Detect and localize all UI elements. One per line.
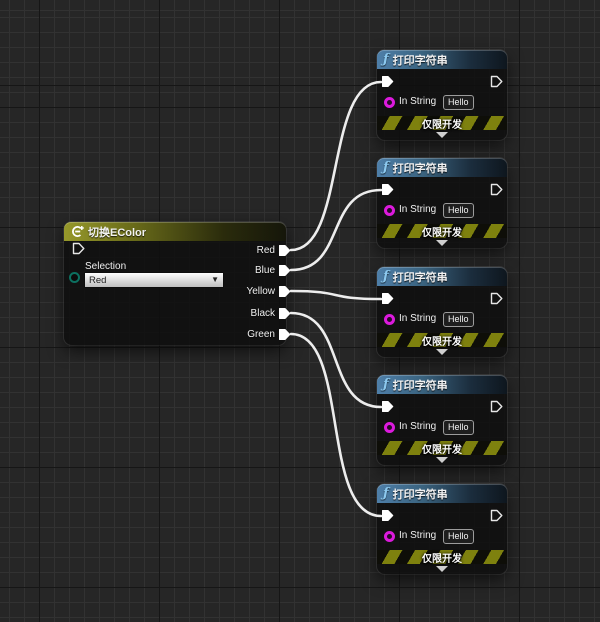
output-pin-label: Red bbox=[257, 245, 275, 256]
switch-icon bbox=[70, 225, 84, 238]
exec-out-pin[interactable] bbox=[490, 75, 503, 88]
exec-in-pin[interactable] bbox=[381, 75, 394, 88]
development-only-banner: 仅限开发 bbox=[377, 441, 507, 455]
print-string-node-5[interactable]: ƒ 打印字符串 In String Hello 仅限开发 bbox=[377, 484, 507, 574]
development-only-label: 仅限开发 bbox=[422, 333, 462, 348]
print-node-header[interactable]: ƒ 打印字符串 bbox=[377, 375, 507, 394]
in-string-value-field[interactable]: Hello bbox=[443, 420, 474, 435]
function-icon: ƒ bbox=[383, 161, 389, 174]
development-only-label: 仅限开发 bbox=[422, 116, 462, 131]
in-string-value-field[interactable]: Hello bbox=[443, 203, 474, 218]
in-string-pin[interactable] bbox=[384, 97, 395, 108]
output-pin-row-yellow[interactable]: Yellow bbox=[246, 283, 291, 299]
print-node-header[interactable]: ƒ 打印字符串 bbox=[377, 267, 507, 286]
in-string-pin[interactable] bbox=[384, 205, 395, 216]
exec-in-pin[interactable] bbox=[381, 292, 394, 305]
advanced-expander-icon[interactable] bbox=[436, 566, 448, 572]
exec-in-pin[interactable] bbox=[381, 183, 394, 196]
exec-out-pin[interactable] bbox=[490, 183, 503, 196]
print-node-header[interactable]: ƒ 打印字符串 bbox=[377, 484, 507, 503]
advanced-expander-icon[interactable] bbox=[436, 457, 448, 463]
development-only-label: 仅限开发 bbox=[422, 441, 462, 456]
function-icon: ƒ bbox=[383, 53, 389, 66]
exec-out-pin[interactable] bbox=[490, 292, 503, 305]
output-pin-label: Black bbox=[251, 308, 275, 319]
in-string-pin[interactable] bbox=[384, 314, 395, 325]
switch-node-title: 切换EColor bbox=[88, 224, 146, 240]
print-node-title: 打印字符串 bbox=[393, 377, 448, 393]
print-string-node-4[interactable]: ƒ 打印字符串 In String Hello 仅限开发 bbox=[377, 375, 507, 465]
print-string-node-3[interactable]: ƒ 打印字符串 In String Hello 仅限开发 bbox=[377, 267, 507, 357]
selection-dropdown[interactable]: Red ▼ bbox=[84, 272, 224, 288]
exec-out-pin[interactable] bbox=[490, 509, 503, 522]
exec-out-pin[interactable] bbox=[490, 400, 503, 413]
development-only-banner: 仅限开发 bbox=[377, 333, 507, 347]
selection-enum-pin[interactable] bbox=[69, 272, 80, 283]
output-pin-label: Green bbox=[247, 329, 275, 340]
in-string-pin[interactable] bbox=[384, 531, 395, 542]
exec-out-pin-yellow[interactable] bbox=[278, 285, 291, 298]
development-only-banner: 仅限开发 bbox=[377, 550, 507, 564]
function-icon: ƒ bbox=[383, 378, 389, 391]
advanced-expander-icon[interactable] bbox=[436, 349, 448, 355]
output-pin-row-blue[interactable]: Blue bbox=[255, 262, 291, 278]
development-only-banner: 仅限开发 bbox=[377, 116, 507, 130]
in-string-label: In String bbox=[399, 96, 436, 107]
in-string-label: In String bbox=[399, 421, 436, 432]
exec-in-pin[interactable] bbox=[381, 509, 394, 522]
output-pin-row-red[interactable]: Red bbox=[257, 242, 291, 258]
output-pin-row-black[interactable]: Black bbox=[251, 305, 291, 321]
exec-out-pin-green[interactable] bbox=[278, 328, 291, 341]
exec-out-pin-blue[interactable] bbox=[278, 264, 291, 277]
output-pin-label: Yellow bbox=[246, 286, 275, 297]
in-string-value-field[interactable]: Hello bbox=[443, 529, 474, 544]
development-only-banner: 仅限开发 bbox=[377, 224, 507, 238]
advanced-expander-icon[interactable] bbox=[436, 132, 448, 138]
development-only-label: 仅限开发 bbox=[422, 224, 462, 239]
advanced-expander-icon[interactable] bbox=[436, 240, 448, 246]
print-node-title: 打印字符串 bbox=[393, 52, 448, 68]
print-node-header[interactable]: ƒ 打印字符串 bbox=[377, 158, 507, 177]
exec-out-pin-red[interactable] bbox=[278, 244, 291, 257]
dropdown-arrow-icon: ▼ bbox=[211, 276, 219, 284]
exec-in-pin[interactable] bbox=[381, 400, 394, 413]
exec-out-pin-black[interactable] bbox=[278, 307, 291, 320]
selection-label: Selection bbox=[85, 261, 126, 272]
switch-ecolor-node[interactable]: 切换EColor Selection Red ▼ Red Blue Yellow… bbox=[64, 222, 286, 345]
print-string-node-2[interactable]: ƒ 打印字符串 In String Hello 仅限开发 bbox=[377, 158, 507, 248]
print-node-title: 打印字符串 bbox=[393, 269, 448, 285]
in-string-label: In String bbox=[399, 204, 436, 215]
print-string-node-1[interactable]: ƒ 打印字符串 In String Hello 仅限开发 bbox=[377, 50, 507, 140]
function-icon: ƒ bbox=[383, 487, 389, 500]
in-string-value-field[interactable]: Hello bbox=[443, 312, 474, 327]
switch-node-header[interactable]: 切换EColor bbox=[64, 222, 286, 241]
function-icon: ƒ bbox=[383, 270, 389, 283]
in-string-value-field[interactable]: Hello bbox=[443, 95, 474, 110]
exec-in-pin[interactable] bbox=[72, 242, 85, 255]
print-node-header[interactable]: ƒ 打印字符串 bbox=[377, 50, 507, 69]
development-only-label: 仅限开发 bbox=[422, 550, 462, 565]
in-string-pin[interactable] bbox=[384, 422, 395, 433]
output-pin-row-green[interactable]: Green bbox=[247, 326, 291, 342]
print-node-title: 打印字符串 bbox=[393, 486, 448, 502]
selection-dropdown-value: Red bbox=[89, 275, 106, 286]
in-string-label: In String bbox=[399, 313, 436, 324]
print-node-title: 打印字符串 bbox=[393, 160, 448, 176]
output-pin-label: Blue bbox=[255, 265, 275, 276]
in-string-label: In String bbox=[399, 530, 436, 541]
